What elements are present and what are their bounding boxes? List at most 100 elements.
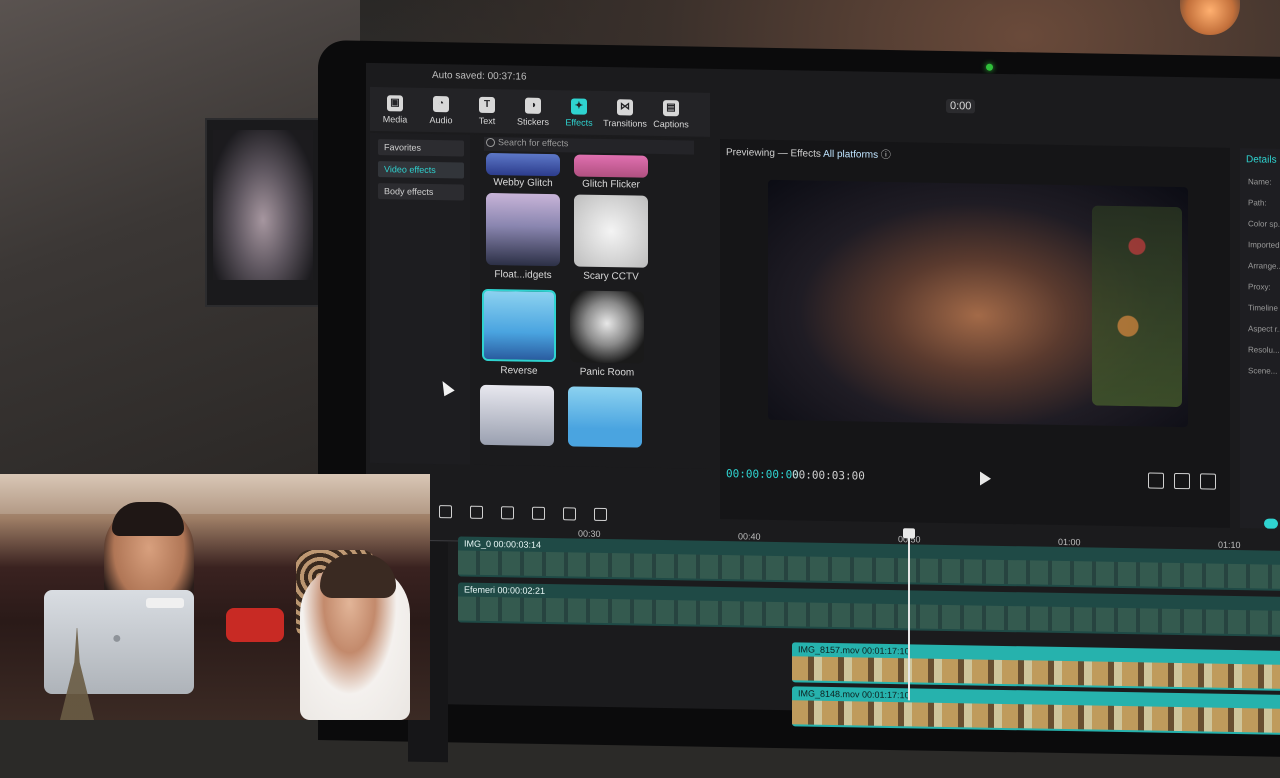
tool-label: Captions: [653, 118, 689, 129]
timeline-toggles: [1264, 518, 1280, 530]
tool-label: Transitions: [603, 117, 647, 129]
effect-thumb-panic-room[interactable]: [570, 290, 644, 364]
search-input[interactable]: Search for effects: [484, 136, 694, 155]
captions-icon: ▤: [663, 99, 679, 116]
tab-details[interactable]: Details: [1246, 154, 1280, 166]
webcam-wall: [0, 474, 430, 514]
preview-video: [768, 179, 1188, 428]
sidebar-item-body-effects[interactable]: Body effects: [378, 183, 464, 201]
text-icon: T: [479, 96, 495, 113]
mouse-cursor-icon: [437, 378, 455, 397]
detail-row: Path:: [1248, 198, 1267, 208]
preview-controls: [1148, 472, 1216, 490]
undo-icon[interactable]: [439, 504, 452, 518]
split-left-icon[interactable]: [501, 505, 514, 519]
effects-grid: Search for effects Webby Glitch Glitch F…: [474, 134, 710, 469]
detail-row: Name:: [1248, 177, 1272, 187]
sidebar-item-video-effects[interactable]: Video effects: [378, 161, 464, 179]
detail-row: Proxy:: [1248, 282, 1271, 292]
total-timecode: 00:00:03:00: [792, 468, 865, 483]
tool-label: Stickers: [516, 115, 549, 127]
info-icon: ⓘ: [880, 149, 891, 161]
red-bag: [226, 608, 284, 642]
effect-label: Scary CCTV: [583, 270, 639, 283]
tv-screen: [213, 130, 313, 280]
effects-sidebar: Favorites Video effects Body effects: [370, 132, 470, 465]
webcam-overlay: ●: [0, 474, 430, 720]
tool-text[interactable]: T Text: [466, 91, 508, 132]
wall-tv: [205, 118, 321, 307]
detail-row: Arrange...: [1248, 261, 1280, 271]
shield-icon[interactable]: [594, 507, 607, 521]
laptop-sticker: [146, 598, 184, 608]
webcam-laptop: ●: [44, 590, 194, 694]
window-badge: 0:00: [946, 98, 976, 114]
split-right-icon[interactable]: [532, 506, 545, 520]
fullscreen-icon[interactable]: [1200, 473, 1216, 490]
detail-row: Aspect r...: [1248, 324, 1280, 334]
tool-audio[interactable]: ◔ Audio: [420, 90, 462, 131]
ruler-tick: 00:30: [578, 528, 601, 539]
camera-indicator: [986, 63, 993, 71]
ruler-tick: 01:10: [1218, 539, 1241, 551]
stickers-icon: ◑: [525, 97, 541, 114]
clip-label: Efemeri 00:00:02:21: [464, 584, 546, 596]
detail-row: Timeline: [1248, 303, 1278, 313]
clip-label: IMG_8157.mov 00:01:17:10: [798, 644, 910, 657]
apple-logo-icon: ●: [112, 630, 122, 647]
tool-label: Media: [382, 113, 408, 125]
platform-selector[interactable]: All platforms: [823, 149, 878, 161]
play-icon[interactable]: [980, 471, 991, 486]
audio-icon: ◔: [433, 95, 449, 112]
video-flowers: [1092, 205, 1182, 408]
delete-icon[interactable]: [563, 506, 576, 521]
ruler-tick: 00:40: [738, 531, 761, 542]
detail-row: Imported: [1248, 240, 1280, 250]
toggle-snap[interactable]: [1264, 518, 1278, 529]
tool-label: Effects: [565, 116, 593, 128]
crop-icon[interactable]: [1174, 472, 1190, 490]
details-panel: Details Name: Path: Color sp... Imported…: [1240, 148, 1280, 530]
tool-stickers[interactable]: ◑ Stickers: [512, 91, 554, 132]
laptop-screen: Auto saved: 00:37:16 0:00 ▣ Media ◔ Audio …: [318, 40, 1280, 763]
detail-row: Scene...: [1248, 366, 1278, 376]
tool-captions[interactable]: ▤ Captions: [650, 94, 692, 135]
tool-transitions[interactable]: ⋈ Transitions: [603, 93, 647, 134]
effects-icon: ✦: [571, 97, 587, 115]
ratio-icon[interactable]: [1148, 472, 1164, 489]
tool-label: Audio: [429, 114, 453, 125]
tool-media[interactable]: ▣ Media: [374, 89, 416, 130]
tool-effects[interactable]: ✦ Effects: [558, 92, 600, 133]
effect-thumb-8[interactable]: [568, 386, 642, 448]
media-toolbar: ▣ Media ◔ Audio T Text ◑ Stickers ✦ Effects ⋈…: [370, 86, 710, 137]
search-placeholder: Search for effects: [498, 137, 569, 149]
person-left-hair: [112, 502, 184, 536]
preview-panel: Previewing — Effects All platforms ⓘ 00:…: [720, 139, 1230, 528]
sidebar-item-favorites[interactable]: Favorites: [378, 139, 464, 157]
autosave-status: Auto saved: 00:37:16: [432, 69, 527, 83]
effect-thumb-glitch-flicker[interactable]: [574, 154, 648, 178]
tool-label: Text: [478, 115, 496, 126]
preview-title: Previewing — Effects: [726, 147, 821, 160]
effect-thumb-7[interactable]: [480, 384, 554, 447]
current-timecode: 00:00:00:00: [726, 467, 799, 482]
effect-label: Glitch Flicker: [582, 178, 640, 191]
effect-label: Panic Room: [579, 366, 635, 379]
clip-label: IMG_8148.mov 00:01:17:10: [798, 688, 910, 701]
playhead[interactable]: [908, 530, 910, 701]
search-icon: [486, 137, 495, 148]
ruler-tick: 01:00: [1058, 536, 1081, 548]
effect-thumb-webby-glitch[interactable]: [486, 152, 560, 177]
detail-row: Color sp...: [1248, 219, 1280, 229]
effect-thumb-scary-cctv[interactable]: [574, 194, 648, 268]
effect-label: Webby Glitch: [493, 177, 553, 190]
split-icon[interactable]: [470, 505, 483, 519]
clip-frames: [792, 700, 1280, 733]
detail-row: Resolu...: [1248, 345, 1280, 355]
effect-label: Reverse: [500, 365, 538, 377]
effect-thumb-reverse[interactable]: [482, 288, 556, 363]
timeline-clip[interactable]: IMG_8148.mov 00:01:17:10: [792, 686, 1280, 735]
media-icon: ▣: [387, 94, 403, 111]
effect-thumb-float-widgets[interactable]: [486, 192, 560, 267]
transitions-icon: ⋈: [617, 98, 633, 115]
